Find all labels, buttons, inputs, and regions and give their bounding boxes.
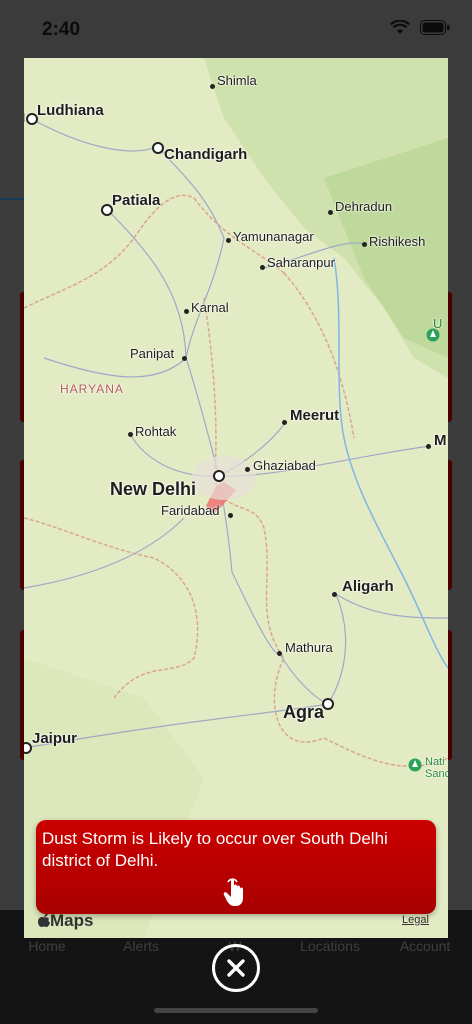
battery-icon: [420, 20, 450, 35]
home-indicator: [154, 1008, 318, 1013]
status-icons: [390, 20, 450, 35]
city-dot: [277, 651, 282, 656]
city-label-meerut: Meerut: [290, 407, 340, 424]
edge-label: N: [24, 110, 25, 125]
city-dot: [228, 513, 233, 518]
city-dot: [328, 210, 333, 215]
city-marker: [213, 470, 225, 482]
map-background: [24, 58, 448, 938]
close-icon: [227, 959, 245, 977]
city-label-panipat: Panipat: [130, 346, 175, 361]
city-dot: [245, 467, 250, 472]
city-label-saharanpur: Saharanpur: [267, 255, 335, 270]
alert-message: Dust Storm is Likely to occur over South…: [42, 829, 388, 870]
city-label-ludhiana: Ludhiana: [37, 102, 104, 119]
status-time: 2:40: [42, 19, 81, 40]
tab-home[interactable]: Home: [2, 938, 92, 954]
city-dot: [182, 356, 187, 361]
tab-locations[interactable]: Locations: [285, 938, 375, 954]
city-label-rishikesh: Rishikesh: [369, 234, 426, 249]
city-label-ghaziabad: Ghaziabad: [253, 458, 316, 473]
park-pin-icon: [426, 328, 440, 342]
backdrop-divider: [0, 198, 24, 200]
tap-hand-icon: [223, 878, 243, 906]
city-label-patiala: Patiala: [112, 192, 161, 209]
park-pin-icon: [408, 758, 422, 772]
city-dot: [282, 420, 287, 425]
region-label-haryana: HARYANA: [60, 382, 124, 396]
city-dot: [332, 592, 337, 597]
city-label-dehradun: Dehradun: [335, 199, 393, 214]
city-dot: [128, 432, 133, 437]
city-label-mathura: Mathura: [285, 640, 333, 655]
city-label-aligarh: Aligarh: [342, 578, 394, 595]
city-dot: [426, 444, 431, 449]
apple-logo-icon: [38, 913, 50, 927]
city-label-yamunanagar: Yamunanagar: [233, 229, 314, 244]
alert-banner[interactable]: Dust Storm is Likely to occur over South…: [36, 820, 436, 914]
legal-link[interactable]: Legal: [402, 914, 429, 926]
edge-label: Nati Sanc: [425, 756, 448, 780]
city-label-new-delhi: New Delhi: [110, 479, 197, 499]
map-view[interactable]: HARYANA Shimla Ludhiana N Chandigarh Pat…: [24, 58, 448, 938]
city-dot: [184, 309, 189, 314]
city-marker: [152, 142, 164, 154]
maps-attribution[interactable]: Maps: [38, 911, 93, 931]
status-bar: 2:40: [0, 0, 472, 58]
wifi-icon: [390, 20, 410, 34]
city-label-shimla: Shimla: [217, 73, 257, 88]
city-label-chandigarh: Chandigarh: [164, 146, 248, 163]
tab-alerts[interactable]: Alerts: [96, 938, 186, 954]
city-label-karnal: Karnal: [191, 300, 229, 315]
tab-account[interactable]: Account: [380, 938, 470, 954]
city-dot: [210, 84, 215, 89]
edge-label: M: [434, 432, 447, 449]
city-label-faridabad: Faridabad: [161, 503, 220, 518]
city-label-rohtak: Rohtak: [135, 424, 177, 439]
city-label-jaipur: Jaipur: [32, 730, 78, 747]
close-button[interactable]: [212, 944, 260, 992]
city-label-agra: Agra: [283, 702, 325, 722]
city-dot: [226, 238, 231, 243]
city-dot: [362, 242, 367, 247]
city-dot: [260, 265, 265, 270]
